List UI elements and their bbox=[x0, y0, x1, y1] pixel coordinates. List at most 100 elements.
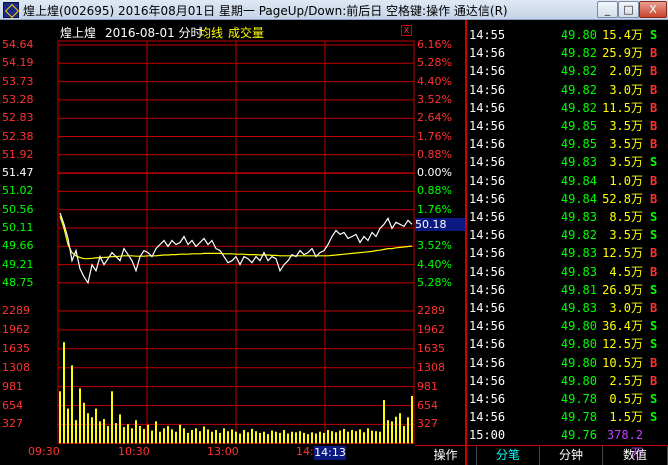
tick-side: B bbox=[650, 264, 658, 279]
tick-time: 14:56 bbox=[469, 282, 506, 297]
tick-volume: 3.5万 bbox=[609, 155, 643, 170]
tick-list[interactable]: 14:55 49.80 15.4万 S 14:56 49.82 25.9万 B 14:56 49.… bbox=[467, 20, 668, 460]
tick-volume: 3.5万 bbox=[609, 228, 643, 243]
tick-time: 14:56 bbox=[469, 392, 506, 406]
tick-row: 14:56 49.80 10.5万 B bbox=[467, 354, 668, 372]
intraday-chart[interactable]: 煌上煌 2016-08-01 分时 均线 成交量 X bbox=[0, 20, 465, 465]
tick-side: B bbox=[650, 191, 658, 206]
tick-side: S bbox=[650, 282, 658, 297]
tick-time: 14:56 bbox=[469, 191, 506, 206]
tick-side: B bbox=[650, 301, 658, 315]
time-tick-label: 14: bbox=[296, 445, 314, 458]
tick-side: B bbox=[650, 46, 658, 61]
tick-price: 49.78 bbox=[560, 410, 597, 425]
volume-tick-label: 654 bbox=[2, 398, 23, 412]
tick-time: 14:56 bbox=[469, 210, 506, 224]
tab-3[interactable]: 数值 bbox=[603, 446, 668, 465]
tick-side: B bbox=[650, 173, 658, 188]
tab-2[interactable]: 分钟 bbox=[540, 446, 603, 465]
tick-volume: 2.5万 bbox=[609, 373, 643, 388]
volume-tick-label-right: 2289 bbox=[417, 304, 445, 317]
percent-tick-label: 0.88% bbox=[417, 147, 452, 161]
tick-time: 14:56 bbox=[469, 301, 506, 315]
tick-side: S bbox=[650, 228, 658, 243]
tick-row: 14:56 49.82 25.9万 B bbox=[467, 44, 668, 62]
tick-time: 14:55 bbox=[469, 28, 506, 42]
tick-row: 14:56 49.84 1.0万 B bbox=[467, 172, 668, 190]
tab-1[interactable]: 分笔 bbox=[477, 446, 540, 465]
percent-tick-label: 0.00% bbox=[417, 166, 452, 180]
price-tick-label: 53.28 bbox=[2, 92, 34, 106]
tick-price: 49.82 bbox=[560, 46, 597, 61]
price-tick-label: 54.19 bbox=[2, 56, 34, 70]
tick-price: 49.84 bbox=[560, 173, 597, 188]
tick-row: 14:56 49.82 2.0万 B bbox=[467, 62, 668, 80]
tick-volume: 3.0万 bbox=[609, 82, 643, 97]
tick-volume: 3.5万 bbox=[609, 119, 643, 133]
tick-time: 14:56 bbox=[469, 319, 506, 334]
volume-tick-label: 327 bbox=[2, 417, 23, 431]
tick-row: 14:56 49.82 11.5万 B bbox=[467, 99, 668, 117]
volume-tick-label: 1308 bbox=[2, 360, 30, 374]
tick-time: 14:56 bbox=[469, 82, 506, 97]
tick-time: 14:56 bbox=[469, 119, 506, 133]
tick-row: 14:56 49.85 3.5万 B bbox=[467, 135, 668, 153]
tick-side: S bbox=[650, 392, 658, 406]
close-button[interactable]: X bbox=[639, 1, 667, 18]
tick-time: 14:56 bbox=[469, 137, 506, 152]
tick-price: 49.83 bbox=[560, 301, 597, 315]
bottom-tabs: 操作 分笔 分钟 数值 bbox=[415, 445, 668, 465]
title-bar: 煌上煌(002695) 2016年08月01日 星期一 PageUp/Down:… bbox=[0, 0, 668, 20]
percent-tick-label: 3.52% bbox=[417, 239, 452, 253]
percent-tick-label: 2.64% bbox=[417, 111, 452, 125]
tick-row: 14:56 49.83 3.5万 S bbox=[467, 153, 668, 171]
tick-price: 49.80 bbox=[560, 337, 597, 352]
tick-time: 14:56 bbox=[469, 264, 506, 279]
tick-row: 15:00 49.76 378.2万 bbox=[467, 426, 668, 460]
percent-tick-label: 5.28% bbox=[417, 275, 452, 289]
percent-tick-label: 5.28% bbox=[417, 56, 452, 70]
tick-price: 49.83 bbox=[560, 155, 597, 170]
percent-tick-label: 4.40% bbox=[417, 74, 452, 88]
price-tick-label: 51.02 bbox=[2, 184, 34, 198]
tick-volume: 52.8万 bbox=[602, 191, 643, 206]
tick-row: 14:56 49.83 8.5万 S bbox=[467, 208, 668, 226]
tick-volume: 0.5万 bbox=[609, 392, 643, 406]
tick-side: S bbox=[650, 319, 658, 334]
tick-side: B bbox=[650, 64, 658, 79]
volume-tick-label-right: 1308 bbox=[417, 360, 445, 374]
volume-tick-label: 1635 bbox=[2, 341, 30, 355]
chart-canvas bbox=[57, 40, 415, 444]
time-tick-label: 09:30 bbox=[28, 445, 60, 458]
tick-price: 49.82 bbox=[560, 82, 597, 97]
tick-volume: 1.0万 bbox=[609, 173, 643, 188]
volume-tick-label-right: 1635 bbox=[417, 341, 445, 355]
volume-tick-label: 981 bbox=[2, 379, 23, 393]
tick-row: 14:56 49.84 52.8万 B bbox=[467, 190, 668, 208]
maximize-button[interactable]: □ bbox=[618, 1, 639, 18]
tick-price: 49.82 bbox=[560, 100, 597, 115]
tick-row: 14:55 49.80 15.4万 S bbox=[467, 26, 668, 44]
percent-tick-label: 6.16% bbox=[417, 38, 452, 51]
tab-0[interactable]: 操作 bbox=[415, 446, 477, 465]
price-tick-label: 48.75 bbox=[2, 275, 34, 289]
tick-row: 14:56 49.80 36.4万 S bbox=[467, 317, 668, 335]
tick-time: 14:56 bbox=[469, 155, 506, 170]
minimize-button[interactable]: _ bbox=[597, 1, 618, 18]
volume-tick-label-right: 1962 bbox=[417, 322, 445, 336]
tick-side: B bbox=[650, 355, 658, 370]
price-tick-label: 50.56 bbox=[2, 202, 34, 216]
app-logo-icon bbox=[3, 2, 19, 18]
tick-price: 49.82 bbox=[560, 64, 597, 79]
tick-price: 49.83 bbox=[560, 264, 597, 279]
volume-tick-label-right: 981 bbox=[417, 379, 438, 393]
tick-row: 14:56 49.85 3.5万 B bbox=[467, 117, 668, 135]
tick-row: 14:56 49.83 12.5万 B bbox=[467, 244, 668, 262]
tick-time: 14:56 bbox=[469, 46, 506, 61]
tick-volume: 3.5万 bbox=[609, 137, 643, 152]
tick-volume: 1.5万 bbox=[609, 410, 643, 425]
percent-tick-label: 3.52% bbox=[417, 92, 452, 106]
tick-volume: 12.5万 bbox=[602, 337, 643, 352]
tick-price: 49.80 bbox=[560, 319, 597, 334]
tick-time: 14:56 bbox=[469, 100, 506, 115]
